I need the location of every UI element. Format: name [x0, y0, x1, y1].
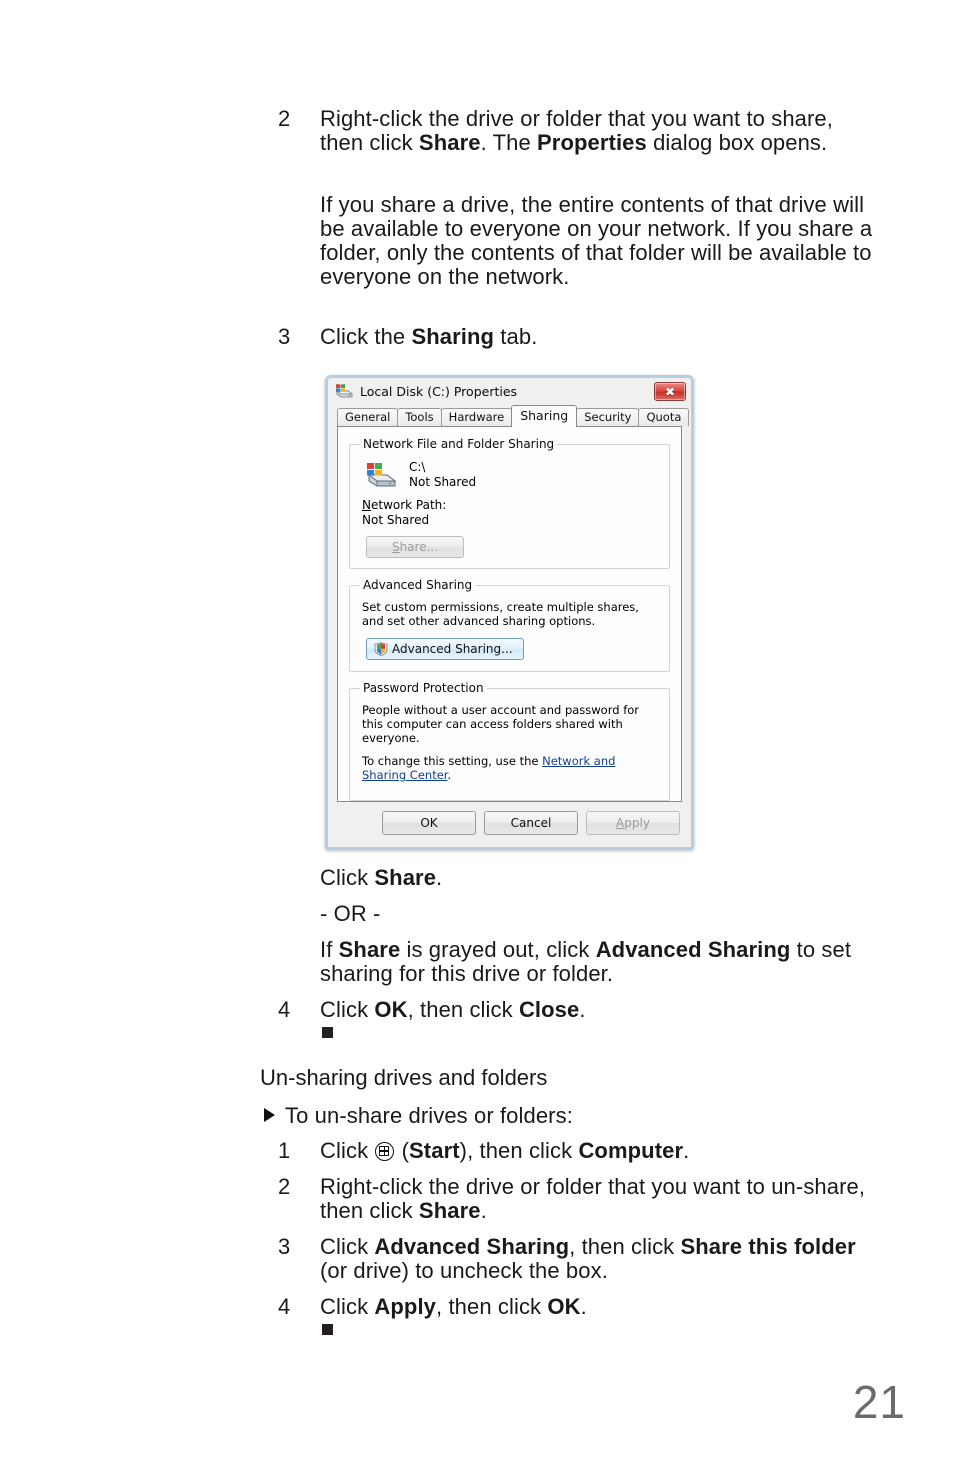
dialog-title: Local Disk (C:) Properties: [360, 383, 518, 399]
section-end-marker: [322, 1324, 333, 1335]
step-number: 4: [278, 997, 291, 1022]
step-text: Right-click the drive or folder that you…: [320, 106, 833, 155]
advanced-sharing-button[interactable]: Advanced Sharing...: [366, 638, 524, 660]
step-text: Right-click the drive or folder that you…: [320, 1174, 866, 1223]
drive-info: C:\ Not Shared: [409, 460, 476, 490]
step-item: 2 Right-click the drive or folder that y…: [278, 1175, 878, 1223]
step-number: 4: [278, 1294, 291, 1319]
step-text: Click the Sharing tab.: [320, 324, 538, 349]
change-setting-line: To change this setting, use the Network …: [362, 754, 659, 782]
step-text: Click (Start), then click Computer.: [320, 1138, 690, 1163]
step-item: 1 Click (Start), then click Computer.: [278, 1139, 878, 1163]
password-protection-group: Password Protection People without a use…: [349, 681, 670, 801]
procedure-intro-text: To un-share drives or folders:: [285, 1103, 573, 1128]
advanced-sharing-button-label: Advanced Sharing...: [392, 642, 513, 656]
or-separator-text: - OR -: [320, 901, 381, 926]
tab-tools[interactable]: Tools: [397, 408, 442, 426]
step-number: 3: [278, 1234, 291, 1259]
step-note-text: If you share a drive, the entire content…: [320, 192, 873, 289]
tab-strip: General Tools Hardware Sharing Security …: [337, 405, 690, 427]
close-icon-glyph: ✖: [664, 384, 676, 399]
advanced-sharing-group: Advanced Sharing Set custom permissions,…: [349, 578, 670, 672]
network-path-label: Network Path:: [362, 498, 447, 512]
drive-share-status: Not Shared: [409, 475, 477, 489]
ok-button[interactable]: OK: [382, 811, 476, 835]
grayed-out-note-text: If Share is grayed out, click Advanced S…: [320, 937, 852, 986]
advanced-sharing-description: Set custom permissions, create multiple …: [362, 600, 639, 628]
tab-sharing[interactable]: Sharing: [511, 405, 578, 427]
page-number: 21: [852, 1376, 906, 1428]
group-legend: Password Protection: [363, 681, 484, 695]
section-heading: Un-sharing drives and folders: [260, 1065, 548, 1090]
drive-properties-icon: [335, 383, 354, 399]
tab-quota[interactable]: Quota: [638, 408, 690, 426]
group-legend: Network File and Folder Sharing: [363, 437, 555, 451]
shield-icon: [374, 642, 388, 656]
step-item: 4 Click Apply, then click OK.: [278, 1295, 878, 1319]
tab-general[interactable]: General: [337, 408, 399, 426]
change-setting-suffix: .: [447, 768, 452, 782]
group-legend: Advanced Sharing: [363, 578, 473, 592]
network-file-and-folder-sharing-group: Network File and Folder Sharing C:\ Not …: [349, 437, 670, 569]
close-icon[interactable]: ✖: [654, 382, 686, 401]
step-item: 4 Click OK, then click Close.: [278, 998, 878, 1022]
tab-security[interactable]: Security: [576, 408, 640, 426]
step-text: Click OK, then click Close.: [320, 997, 586, 1022]
step-item: 2 Right-click the drive or folder that y…: [278, 107, 878, 155]
drive-row: C:\ Not Shared: [365, 460, 659, 490]
apply-button[interactable]: Apply: [586, 811, 680, 835]
share-button[interactable]: Share...: [366, 536, 464, 558]
sharing-tab-panel: Network File and Folder Sharing C:\ Not …: [337, 426, 682, 802]
start-button-icon: [375, 1142, 395, 1161]
password-protection-description: People without a user account and passwo…: [362, 703, 640, 745]
step-text: Click Advanced Sharing, then click Share…: [320, 1234, 856, 1283]
click-share-text: Click Share.: [320, 865, 443, 890]
procedure-marker-icon: [264, 1108, 275, 1122]
step-number: 1: [278, 1138, 291, 1163]
tab-hardware[interactable]: Hardware: [440, 408, 513, 426]
properties-dialog: Local Disk (C:) Properties ✖ General Too…: [325, 375, 694, 850]
change-setting-prefix: To change this setting, use the: [362, 754, 543, 768]
step-item: 3 Click Advanced Sharing, then click Sha…: [278, 1235, 878, 1283]
step-number: 2: [278, 1174, 291, 1199]
drive-name: C:\: [409, 460, 426, 474]
section-end-marker: [322, 1027, 333, 1038]
step-number: 3: [278, 324, 291, 349]
cancel-button[interactable]: Cancel: [484, 811, 578, 835]
document-page: 2 Right-click the drive or folder that y…: [0, 0, 954, 1475]
dialog-button-row: OK Cancel Apply: [337, 810, 682, 836]
dialog-titlebar: Local Disk (C:) Properties ✖: [328, 378, 691, 404]
network-path-value: Not Shared: [362, 513, 430, 527]
dialog-content: General Tools Hardware Sharing Security …: [337, 405, 690, 838]
hard-drive-icon: [365, 461, 397, 490]
step-number: 2: [278, 106, 291, 131]
step-text: Click Apply, then click OK.: [320, 1294, 587, 1319]
step-item: 3 Click the Sharing tab.: [278, 325, 878, 349]
